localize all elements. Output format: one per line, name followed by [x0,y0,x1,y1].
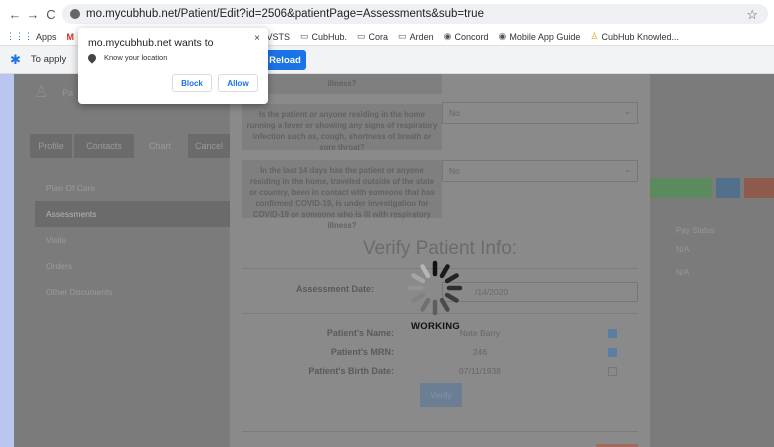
assessment-date-input[interactable]: /14/2020 [442,282,638,302]
verify-title: Verify Patient Info: [362,238,518,259]
close-icon[interactable]: × [254,33,260,44]
patient-mrn-checkbox[interactable] [608,348,617,357]
bookmark-apps[interactable]: ⋮⋮⋮ Apps [6,31,57,42]
bookmark-mobile-app-guide[interactable]: ◉ Mobile App Guide [498,31,580,42]
verify-button[interactable]: Verify [420,383,462,407]
app-logo-text: Pa [62,88,74,98]
bookmark-gmail[interactable]: M [67,32,75,42]
bookmark-cubhub[interactable]: ▭ CubHub. [300,31,347,42]
patient-name-checkbox[interactable] [608,329,617,338]
globe-icon: ◉ [498,31,507,41]
blue-action-button[interactable] [716,178,740,198]
patient-mrn-label: Patient's MRN: [330,347,394,357]
fever-select[interactable]: No ⌄ [442,102,638,124]
bookmark-cora[interactable]: ▭ Cora [357,31,388,42]
tab-profile[interactable]: Profile [30,134,72,158]
reload-icon[interactable]: C [42,7,60,22]
bookmark-cubhub-knowledge[interactable]: ♙ CubHub Knowled... [590,31,679,42]
sidebar-item-orders[interactable]: Orders [46,261,72,271]
info-bar-text: To apply [30,54,67,65]
location-permission-popup: mo.mycubhub.net wants to × Know your loc… [78,28,268,104]
folder-icon: ▭ [398,31,407,41]
folder-icon: ▭ [357,31,366,41]
right-panel [650,74,774,447]
address-bar[interactable]: mo.mycubhub.net/Patient/Edit?id=2506&pat… [62,4,768,24]
question-label-partial: illness? [242,74,442,94]
modal-footer-divider [242,431,638,432]
star-icon[interactable]: ☆ [746,7,758,23]
chevron-down-icon: ⌄ [624,165,631,174]
question-label-travel: In the last 14 days has the patient or a… [242,160,442,230]
puzzle-icon: ✱ [10,51,21,67]
sidebar-item-assessments[interactable]: Assessments [35,201,230,227]
red-action-button[interactable] [744,178,774,198]
sidebar-item-visits[interactable]: Visits [46,235,66,245]
tab-contacts[interactable]: Contacts [74,134,134,158]
bookmark-concord[interactable]: ◉ Concord [444,31,489,42]
popup-title: mo.mycubhub.net wants to [88,37,214,49]
lock-icon[interactable] [70,9,80,19]
pay-status-header: Pay Status [676,226,715,235]
reload-button[interactable]: Reload [264,50,306,70]
app-logo-icon: ♙ [34,84,49,101]
back-icon[interactable]: ← [6,7,24,22]
browser-toolbar: ← → C mo.mycubhub.net/Patient/Edit?id=25… [0,0,774,28]
patient-dob-value: 07/11/1938 [459,366,501,376]
block-button[interactable]: Block [172,74,212,92]
tab-cancel[interactable]: Cancel [188,134,230,158]
tab-chart[interactable]: Chart [140,134,180,158]
assessment-date-label: Assessment Date: [295,284,374,294]
cubhub-icon: ♙ [590,31,599,41]
forward-icon[interactable]: → [24,7,42,22]
apps-grid-icon: ⋮⋮⋮ [6,31,33,41]
globe-icon: ◉ [443,31,452,41]
patient-mrn-value: 246 [472,347,488,357]
patient-dob-checkbox[interactable] [608,367,617,376]
folder-icon: ▭ [299,31,309,41]
working-label: WORKING [411,321,461,332]
url-text: mo.mycubhub.net/Patient/Edit?id=2506&pat… [86,8,484,20]
question-label-fever: Is the patient or anyone residing in the… [242,104,442,152]
travel-select[interactable]: No ⌄ [442,160,638,182]
sidebar-item-other-documents[interactable]: Other Documents [46,287,113,297]
patient-dob-label: Patient's Birth Date: [308,366,394,376]
sidebar-item-plan-of-care[interactable]: Plan Of Care [46,183,95,193]
green-action-button[interactable] [650,178,712,198]
pay-status-value: N/A [676,268,690,277]
popup-permission-row: Know your location [86,51,167,64]
loading-spinner-icon [407,260,463,316]
pay-status-value: N/A [676,245,690,254]
allow-button[interactable]: Allow [218,74,258,92]
patient-name-label: Patient's Name: [326,328,394,338]
location-pin-icon [86,51,98,64]
bookmark-arden[interactable]: ▭ Arden [398,31,434,42]
chevron-down-icon: ⌄ [624,107,631,116]
